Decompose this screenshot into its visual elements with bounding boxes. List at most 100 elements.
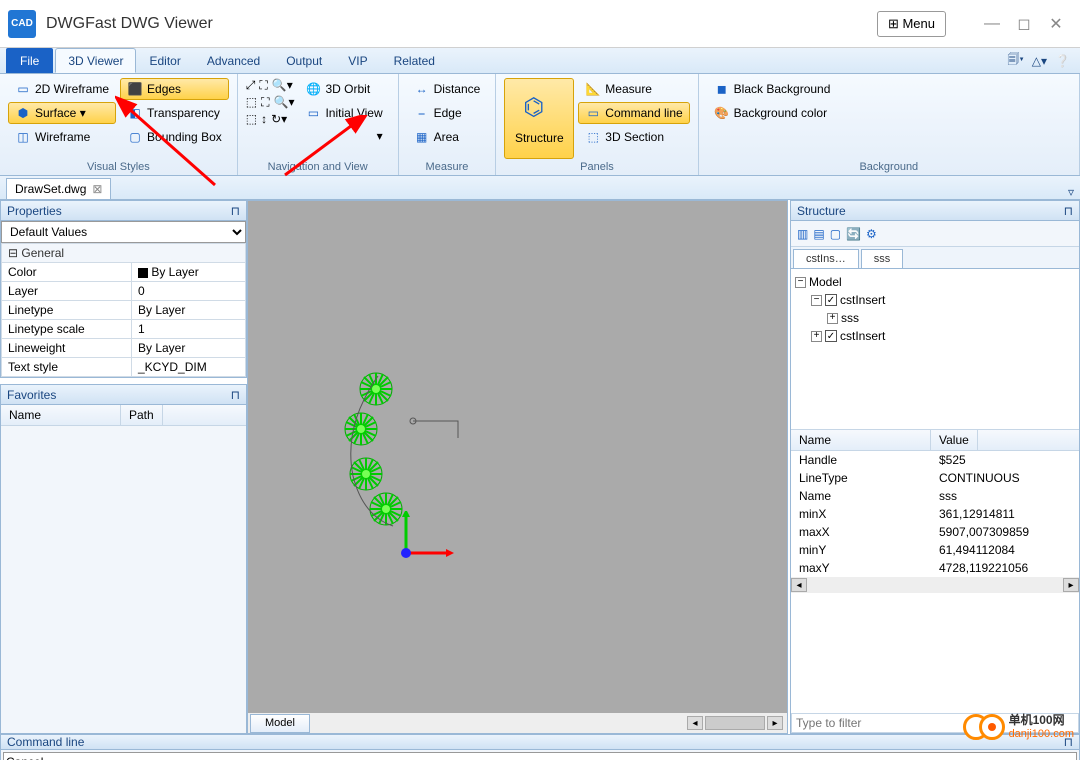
property-row[interactable]: LineweightBy Layer (2, 339, 246, 358)
pin-icon[interactable]: ⊓ (1064, 204, 1073, 218)
scroll-left-button[interactable]: ◂ (791, 578, 807, 592)
tab-3d-viewer[interactable]: 3D Viewer (55, 48, 136, 73)
close-button[interactable]: ✕ (1040, 8, 1072, 40)
bbox-icon: ▢ (127, 129, 143, 145)
favorites-panel: Favorites⊓ Name Path (0, 384, 247, 734)
model-space-tab[interactable]: Model (250, 714, 310, 733)
nav-icon-1[interactable]: ⤢ (246, 78, 256, 93)
favorites-col-name[interactable]: Name (1, 405, 121, 425)
initial-view-button[interactable]: ▭Initial View (298, 102, 389, 124)
structure-filter-input[interactable] (791, 713, 1079, 733)
view-dropdown-button[interactable]: ▾ (298, 126, 389, 146)
surface-icon: ⬢ (15, 105, 31, 121)
expand-icon[interactable]: + (811, 331, 822, 342)
layout3-icon[interactable]: ▢ (830, 227, 841, 241)
structure-tree[interactable]: − Model − ✓ cstInsert + sss + ✓ cstInser… (791, 269, 1079, 429)
property-row[interactable]: Text style_KCYD_DIM (2, 358, 246, 377)
layout1-icon[interactable]: ▥ (797, 227, 808, 241)
document-tab[interactable]: DrawSet.dwg ⊠ (6, 178, 111, 199)
nav-icon-3[interactable]: ⬚ (246, 95, 257, 110)
checkbox[interactable]: ✓ (825, 330, 837, 342)
edge-button[interactable]: ⎯Edge (407, 102, 488, 124)
3d-section-button[interactable]: ⬚3D Section (578, 126, 689, 148)
gear-icon[interactable]: ⚙ (866, 227, 877, 241)
tab-editor[interactable]: Editor (136, 48, 193, 73)
3d-orbit-button[interactable]: 🌐3D Orbit (298, 78, 389, 100)
scroll-left-button[interactable]: ◂ (687, 716, 703, 730)
minimize-button[interactable]: — (976, 8, 1008, 40)
wireframe-icon: ◫ (15, 129, 31, 145)
maximize-button[interactable]: ◻ (1008, 8, 1040, 40)
tab-related[interactable]: Related (381, 48, 448, 73)
zoom-in-icon[interactable]: 🔍▾ (272, 78, 293, 93)
scroll-right-button[interactable]: ▸ (1063, 578, 1079, 592)
tab-output[interactable]: Output (273, 48, 335, 73)
transparency-button[interactable]: ◧Transparency (120, 102, 229, 124)
property-group[interactable]: ⊟ General (2, 244, 246, 263)
col-value[interactable]: Value (931, 430, 978, 450)
table-row[interactable]: minX361,12914811 (791, 505, 1079, 523)
pin-icon[interactable]: ⊓ (1064, 735, 1073, 749)
table-row[interactable]: minY61,494112084 (791, 541, 1079, 559)
surface-button[interactable]: ⬢Surface ▾ (8, 102, 116, 124)
bg-color-button[interactable]: 🎨Background color (707, 102, 838, 124)
scroll-right-button[interactable]: ▸ (767, 716, 783, 730)
tabs-expand-icon[interactable]: ▿ (1068, 185, 1074, 199)
bounding-box-button[interactable]: ▢Bounding Box (120, 126, 229, 148)
table-row[interactable]: maxX5907,007309859 (791, 523, 1079, 541)
refresh-icon[interactable]: 🔄 (846, 227, 861, 241)
property-row[interactable]: LinetypeBy Layer (2, 301, 246, 320)
hscrollbar[interactable] (705, 716, 765, 730)
copy-icon[interactable]: 🗐▾ (1007, 50, 1023, 71)
checkbox[interactable]: ✓ (825, 294, 837, 306)
area-button[interactable]: ▦Area (407, 126, 488, 148)
nav-icon-2[interactable]: ⛶ (259, 78, 267, 93)
structure-tab-1[interactable]: cstIns… (793, 249, 859, 268)
table-row[interactable]: maxY4728,119221056 (791, 559, 1079, 577)
commandline-panel-button[interactable]: ▭Command line (578, 102, 689, 124)
properties-scope-select[interactable]: Default Values (1, 221, 246, 243)
structure-tab-2[interactable]: sss (861, 249, 904, 268)
pin-icon[interactable]: ⊓ (231, 204, 240, 218)
tab-vip[interactable]: VIP (335, 48, 380, 73)
menu-button[interactable]: ⊞ Menu (877, 11, 946, 37)
commandline-history[interactable]: Cancel Replacement of the [Geniso.SHX] f… (3, 752, 1077, 760)
table-row[interactable]: Handle$525 (791, 451, 1079, 469)
structure-icon: ⌬ (523, 93, 555, 125)
edges-button[interactable]: ⬛Edges (120, 78, 229, 100)
pin-icon[interactable]: ⊓ (231, 388, 240, 402)
zoom-out-icon[interactable]: 🔍▾ (274, 95, 295, 110)
nav-icon-7[interactable]: ↻▾ (271, 112, 287, 126)
table-row[interactable]: LineTypeCONTINUOUS (791, 469, 1079, 487)
expand-icon[interactable]: − (795, 277, 806, 288)
tab-advanced[interactable]: Advanced (194, 48, 273, 73)
property-row[interactable]: Color By Layer (2, 263, 246, 282)
wireframe-button[interactable]: ◫Wireframe (8, 126, 116, 148)
property-row[interactable]: Layer0 (2, 282, 246, 301)
distance-icon: ↔ (414, 81, 430, 97)
layout2-icon[interactable]: ▤ (813, 227, 824, 241)
section-icon: ⬚ (585, 129, 601, 145)
property-row[interactable]: Linetype scale1 (2, 320, 246, 339)
measure-panel-button[interactable]: 📐Measure (578, 78, 689, 100)
dropdown-icon[interactable]: △▾ (1032, 54, 1047, 68)
black-bg-button[interactable]: ◼Black Background (707, 78, 838, 100)
nav-icon-4[interactable]: ⛶ (261, 95, 269, 110)
favorites-col-path[interactable]: Path (121, 405, 163, 425)
bg-color-icon: 🎨 (714, 105, 730, 121)
help-icon[interactable]: ❔ (1055, 54, 1070, 68)
expand-icon[interactable]: + (827, 313, 838, 324)
nav-icon-5[interactable]: ⬚ (246, 112, 257, 126)
2d-wireframe-button[interactable]: ▭2D Wireframe (8, 78, 116, 100)
table-row[interactable]: Namesss (791, 487, 1079, 505)
ribbon-group-panels: ⌬ Structure 📐Measure ▭Command line ⬚3D S… (496, 74, 698, 175)
expand-icon[interactable]: − (811, 295, 822, 306)
structure-title: Structure (797, 204, 846, 218)
viewport[interactable]: Model ◂ ▸ (247, 200, 788, 734)
nav-icon-6[interactable]: ↕ (261, 112, 267, 126)
col-name[interactable]: Name (791, 430, 931, 450)
file-menu[interactable]: File (6, 48, 53, 73)
distance-button[interactable]: ↔Distance (407, 78, 488, 100)
document-tab-close[interactable]: ⊠ (92, 182, 102, 196)
structure-panel-button[interactable]: ⌬ Structure (504, 78, 574, 159)
